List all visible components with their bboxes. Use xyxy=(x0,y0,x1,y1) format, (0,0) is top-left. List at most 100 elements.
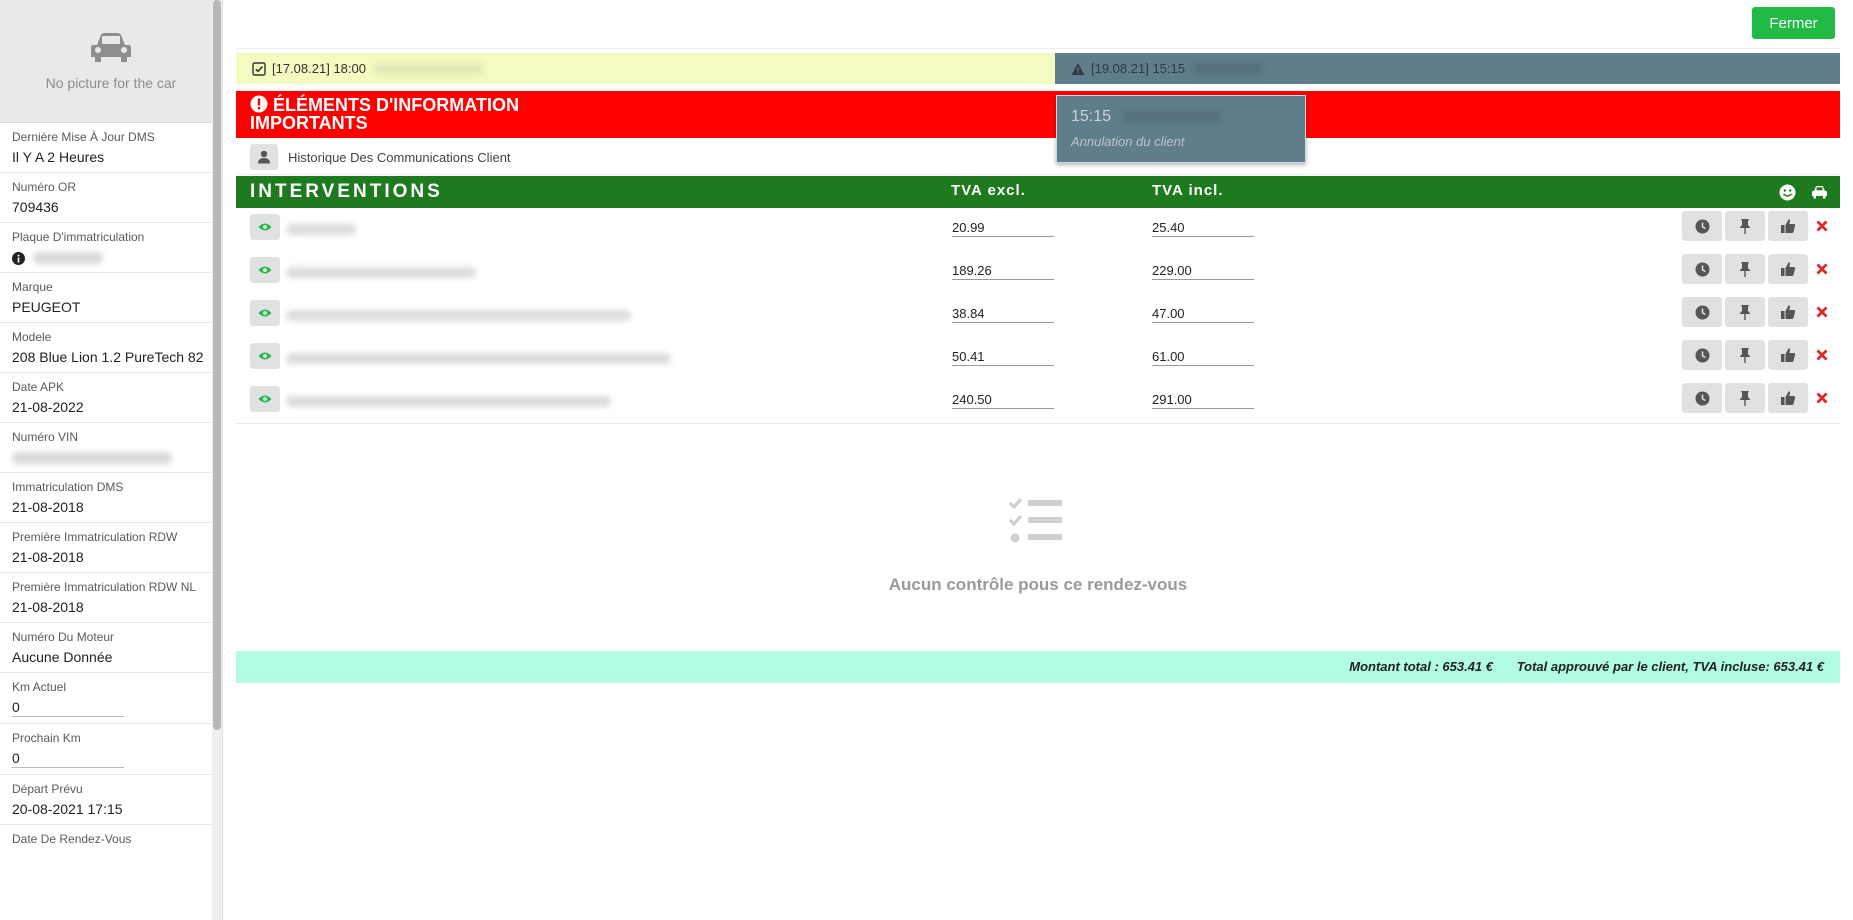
thumbs-up-icon xyxy=(1781,219,1796,233)
intervention-row: 50.41 61.00 xyxy=(236,337,1840,381)
eye-icon xyxy=(258,309,272,317)
field-value: 21-08-2018 xyxy=(12,599,84,615)
next-km-input[interactable]: 0 xyxy=(12,749,124,768)
checkbox-checked-icon xyxy=(252,61,266,76)
price-incl-input[interactable]: 229.00 xyxy=(1152,263,1254,280)
column-header-excl: TVA excl. xyxy=(951,182,1026,199)
interventions-title: INTERVENTIONS xyxy=(250,181,443,202)
view-button[interactable] xyxy=(250,300,280,326)
field-last-update: Dernière Mise À Jour DMS Il Y A 2 Heures xyxy=(0,123,222,173)
field-value: Il Y A 2 Heures xyxy=(12,149,105,165)
pin-button[interactable] xyxy=(1725,340,1765,370)
view-button[interactable] xyxy=(250,257,280,283)
field-label: Marque xyxy=(12,280,53,294)
field-label: Prochain Km xyxy=(12,731,81,745)
eye-icon xyxy=(258,352,272,360)
field-brand: Marque PEUGEOT xyxy=(0,273,222,323)
view-button[interactable] xyxy=(250,386,280,412)
no-picture-text: No picture for the car xyxy=(45,75,177,91)
approve-button[interactable] xyxy=(1768,254,1808,284)
view-button[interactable] xyxy=(250,343,280,369)
approve-button[interactable] xyxy=(1768,211,1808,241)
pin-icon xyxy=(1739,348,1751,363)
popup-time-value: 15:15 xyxy=(1071,108,1112,125)
approve-button[interactable] xyxy=(1768,340,1808,370)
divider xyxy=(236,48,1840,49)
field-apk: Date APK 21-08-2022 xyxy=(0,373,222,423)
field-label: Immatriculation DMS xyxy=(12,480,124,494)
total-amount: Montant total : 653.41 € xyxy=(1349,659,1493,674)
current-km-input[interactable]: 0 xyxy=(12,698,124,717)
field-label: Départ Prévu xyxy=(12,782,83,796)
field-value: Aucune Donnée xyxy=(12,649,113,665)
sidebar-scrollbar-thumb[interactable] xyxy=(213,0,221,730)
redacted-vin xyxy=(12,452,172,465)
price-excl-input[interactable]: 20.99 xyxy=(952,220,1054,237)
sidebar-scrollbar[interactable] xyxy=(212,0,222,920)
field-rdw-nl-registration: Première Immatriculation RDW NL 21-08-20… xyxy=(0,573,222,623)
user-button[interactable] xyxy=(250,144,278,170)
view-button[interactable] xyxy=(250,214,280,240)
close-x-icon xyxy=(1816,392,1828,404)
clock-icon xyxy=(1695,305,1709,319)
delete-button[interactable] xyxy=(1814,302,1830,322)
appointment-current-label: [17.08.21] 18:00 xyxy=(272,61,366,76)
clock-button[interactable] xyxy=(1682,297,1722,327)
car-icon xyxy=(91,33,131,62)
field-model: Modele 208 Blue Lion 1.2 PureTech 82 xyxy=(0,323,222,373)
pin-button[interactable] xyxy=(1725,383,1765,413)
redacted-description xyxy=(286,396,611,407)
field-plate: Plaque D'immatriculation xyxy=(0,223,222,273)
delete-button[interactable] xyxy=(1814,259,1830,279)
field-planned-departure: Départ Prévu 20-08-2021 17:15 xyxy=(0,775,222,825)
price-incl-input[interactable]: 47.00 xyxy=(1152,306,1254,323)
approve-button[interactable] xyxy=(1768,383,1808,413)
clock-button[interactable] xyxy=(1682,383,1722,413)
price-excl-input[interactable]: 50.41 xyxy=(952,349,1054,366)
intervention-row: 20.99 25.40 xyxy=(236,208,1840,252)
eye-icon xyxy=(258,266,272,274)
field-label: Modele xyxy=(12,330,52,344)
delete-button[interactable] xyxy=(1814,345,1830,365)
redacted-description xyxy=(286,310,631,321)
info-circle-icon[interactable] xyxy=(12,251,25,265)
communication-history-row[interactable]: Historique Des Communications Client xyxy=(236,140,1840,175)
close-x-icon xyxy=(1816,263,1828,275)
delete-button[interactable] xyxy=(1814,388,1830,408)
field-label: Numéro VIN xyxy=(12,430,79,444)
field-value xyxy=(12,448,210,466)
appointment-popup[interactable]: 15:15 Annulation du client xyxy=(1056,95,1306,163)
clock-icon xyxy=(1695,391,1709,405)
pin-button[interactable] xyxy=(1725,254,1765,284)
clock-button[interactable] xyxy=(1682,211,1722,241)
field-engine-number: Numéro Du Moteur Aucune Donnée xyxy=(0,623,222,673)
price-incl-input[interactable]: 61.00 xyxy=(1152,349,1254,366)
field-value: 20-08-2021 17:15 xyxy=(12,801,123,817)
clock-button[interactable] xyxy=(1682,254,1722,284)
close-button[interactable]: Fermer xyxy=(1752,7,1835,39)
banner-title: ÉLÉMENTS D'INFORMATION IMPORTANTS xyxy=(250,95,519,133)
pin-button[interactable] xyxy=(1725,297,1765,327)
field-label: Première Immatriculation RDW xyxy=(12,530,178,544)
pin-button[interactable] xyxy=(1725,211,1765,241)
thumbs-up-icon xyxy=(1781,391,1796,405)
price-excl-input[interactable]: 38.84 xyxy=(952,306,1054,323)
important-info-banner: ÉLÉMENTS D'INFORMATION IMPORTANTS xyxy=(236,91,1840,138)
car-picture-placeholder: No picture for the car xyxy=(0,0,222,123)
redacted-popup-name xyxy=(1121,110,1222,123)
field-label: Date APK xyxy=(12,380,65,394)
price-excl-input[interactable]: 240.50 xyxy=(952,392,1054,409)
approve-button[interactable] xyxy=(1768,297,1808,327)
clock-icon xyxy=(1695,262,1709,276)
popup-subtitle: Annulation du client xyxy=(1071,134,1185,149)
price-excl-input[interactable]: 189.26 xyxy=(952,263,1054,280)
price-incl-input[interactable]: 25.40 xyxy=(1152,220,1254,237)
clock-button[interactable] xyxy=(1682,340,1722,370)
pin-icon xyxy=(1739,262,1751,277)
delete-button[interactable] xyxy=(1814,216,1830,236)
field-label: Km Actuel xyxy=(12,680,67,694)
field-or-number: Numéro OR 709436 xyxy=(0,173,222,223)
appointment-other[interactable]: [19.08.21] 15:15 xyxy=(1055,53,1840,84)
price-incl-input[interactable]: 291.00 xyxy=(1152,392,1254,409)
appointment-current[interactable]: [17.08.21] 18:00 xyxy=(236,53,1055,84)
